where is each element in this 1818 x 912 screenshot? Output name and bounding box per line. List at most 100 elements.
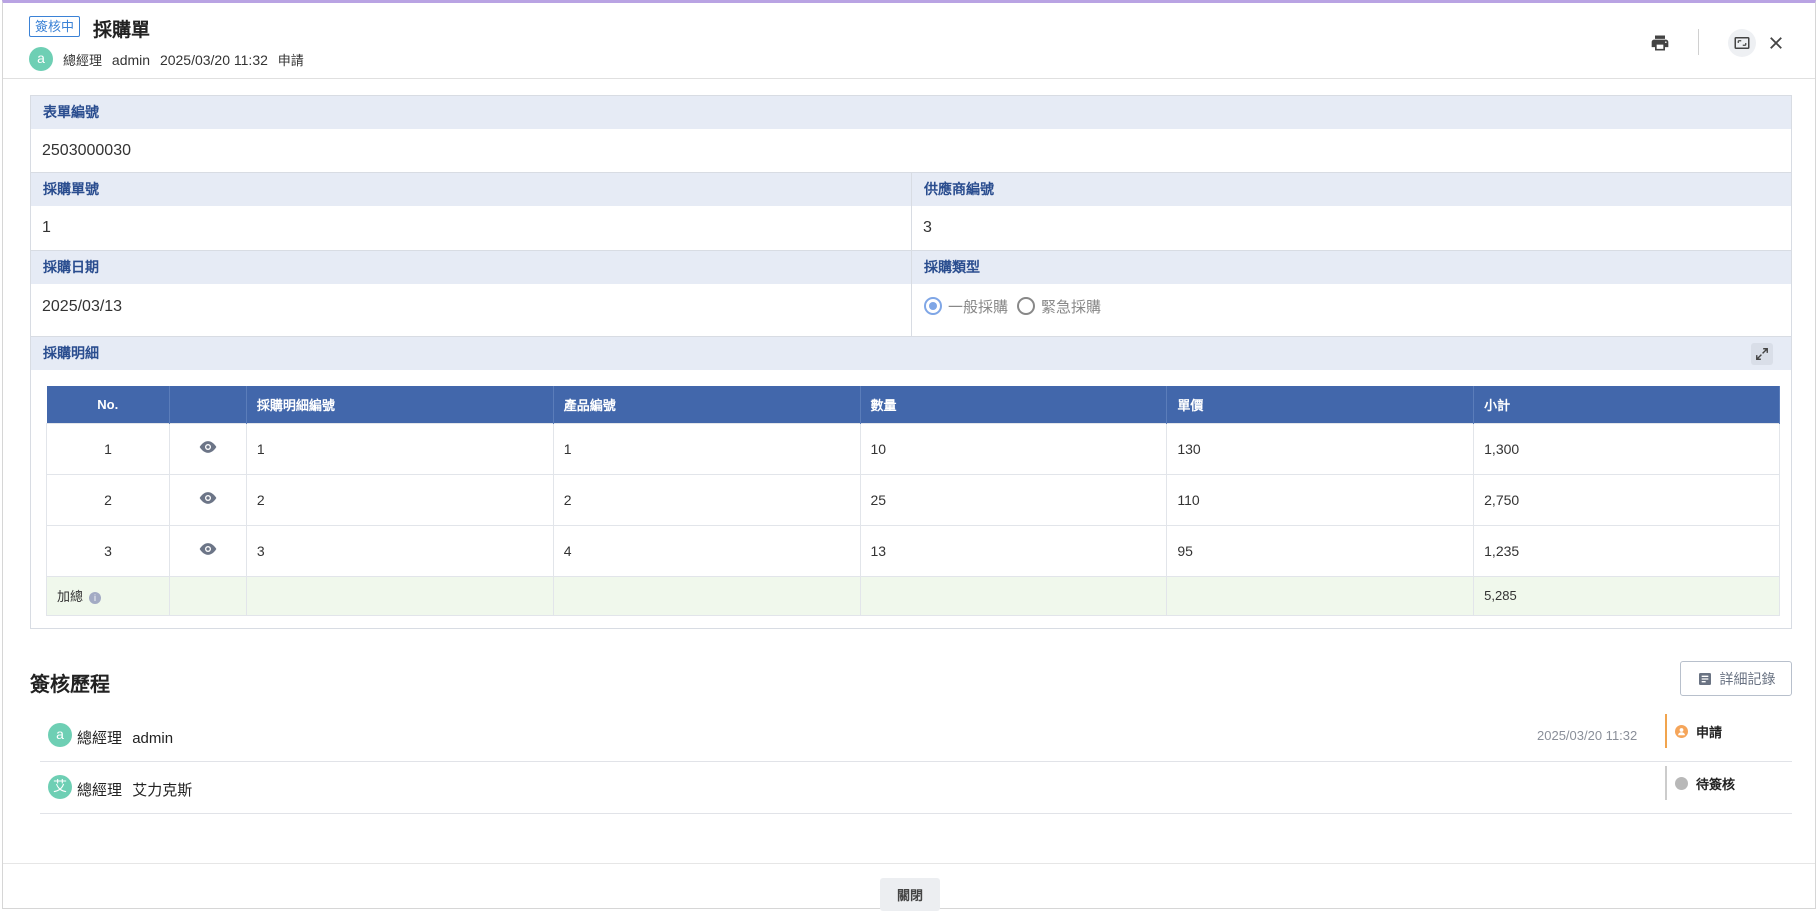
po-type-label: 採購類型 (912, 251, 1791, 284)
form-no-label: 表單編號 (31, 96, 1791, 129)
table-sum-row: 加總 i 5,285 (46, 575, 1780, 616)
sum-empty-cell (168, 575, 247, 616)
applicant-info: 總經理 admin 2025/03/20 11:32 申請 (63, 50, 310, 69)
detail-no: 2 (245, 473, 554, 526)
maximize-icon[interactable] (1728, 29, 1756, 57)
avatar: 艾 (48, 775, 72, 799)
qty: 13 (859, 524, 1168, 577)
status-badge: 簽核中 (29, 16, 81, 37)
eye-icon[interactable] (198, 440, 218, 457)
detail-record-button[interactable]: 詳細記錄 (1680, 661, 1792, 696)
purchase-order-dialog: 簽核中 採購單 a 總經理 admin 2025/03/20 11:32 申請 … (2, 0, 1816, 911)
col-no: No. (46, 386, 170, 423)
radio-selected-icon[interactable] (924, 297, 942, 315)
history-status: 待簽核 (1665, 766, 1735, 800)
document-icon (1698, 672, 1711, 685)
purchase-detail-table: No. 採購明細編號 產品編號 數量 單價 小計 1 1 1 10 130 1,… (46, 386, 1780, 616)
page-title: 採購單 (93, 20, 151, 41)
form-section: 表單編號 2503000030 採購單號 1 供應商編號 3 採購日期 2025… (30, 95, 1792, 629)
sum-label-cell: 加總 i (46, 575, 170, 616)
form-no-value: 2503000030 (42, 142, 131, 159)
detail-no: 3 (245, 524, 554, 577)
applied-time: 2025/03/20 11:32 (159, 52, 268, 68)
dialog-header: 簽核中 採購單 a 總經理 admin 2025/03/20 11:32 申請 (3, 3, 1815, 79)
col-product-no: 產品編號 (553, 386, 861, 423)
table-row: 1 1 1 10 130 1,300 (46, 422, 1780, 475)
history-status: 申請 (1665, 714, 1722, 748)
view-cell (168, 524, 247, 577)
product-no: 2 (552, 473, 861, 526)
detail-record-label: 詳細記錄 (1719, 670, 1776, 687)
history-entry: 艾 總經理 艾力克斯 待簽核 (40, 762, 1792, 814)
product-no: 4 (552, 524, 861, 577)
history-time: 2025/03/20 11:32 (1537, 728, 1638, 743)
supplier-no-label: 供應商編號 (912, 173, 1791, 206)
pending-dot-icon (1675, 776, 1688, 790)
avatar: a (48, 723, 72, 747)
subtotal: 1,235 (1473, 524, 1780, 577)
po-date-value: 2025/03/13 (42, 298, 123, 315)
sum-empty-cell (552, 575, 861, 616)
subtotal: 2,750 (1473, 473, 1780, 526)
history-status-label: 待簽核 (1696, 776, 1736, 792)
price: 95 (1166, 524, 1475, 577)
col-detail-no: 採購明細編號 (246, 386, 554, 423)
detail-no: 1 (245, 422, 554, 475)
history-user: 總經理 艾力克斯 (77, 779, 198, 800)
history-role: 總經理 (77, 730, 123, 747)
applied-action: 申請 (277, 53, 304, 68)
sum-value: 5,285 (1473, 575, 1780, 616)
radio-unselected-icon[interactable] (1017, 297, 1036, 315)
po-type-urgent-label: 緊急採購 (1041, 298, 1102, 316)
qty: 25 (859, 473, 1168, 526)
po-type-general-option[interactable]: 一般採購 (924, 296, 1008, 317)
sum-empty-cell (859, 575, 1168, 616)
history-title: 簽核歷程 (30, 674, 110, 696)
subtotal: 1,300 (1473, 422, 1780, 475)
row-no: 2 (46, 473, 170, 526)
history-name: admin (132, 730, 174, 747)
sum-empty-cell (245, 575, 554, 616)
print-icon[interactable] (1648, 31, 1672, 55)
col-price: 單價 (1166, 386, 1475, 423)
sum-label: 加總 (57, 589, 84, 604)
history-user: 總經理 admin (77, 727, 179, 748)
header-divider (1698, 29, 1699, 55)
po-type-radio-group: 一般採購 緊急採購 (912, 284, 1791, 328)
user-icon (1675, 724, 1688, 738)
eye-icon[interactable] (198, 542, 218, 559)
detail-section-header: 採購明細 (31, 337, 1791, 370)
price: 130 (1166, 422, 1475, 475)
col-subtotal: 小計 (1473, 386, 1780, 423)
row-no: 3 (46, 524, 170, 577)
history-role: 總經理 (77, 782, 123, 799)
sum-empty-cell (1166, 575, 1475, 616)
product-no: 1 (552, 422, 861, 475)
history-name: 艾力克斯 (132, 782, 193, 799)
history-status-label: 申請 (1696, 724, 1723, 740)
col-qty: 數量 (860, 386, 1168, 423)
table-row: 3 3 4 13 95 1,235 (46, 524, 1780, 577)
po-date-label: 採購日期 (31, 251, 911, 284)
row-no: 1 (46, 422, 170, 475)
po-type-urgent-option[interactable]: 緊急採購 (1017, 296, 1101, 317)
close-button[interactable]: 關閉 (880, 878, 940, 911)
table-row: 2 2 2 25 110 2,750 (46, 473, 1780, 526)
supplier-no-value: 3 (923, 219, 932, 236)
eye-icon[interactable] (198, 491, 218, 508)
col-view (169, 386, 247, 423)
dialog-footer: 關閉 (3, 863, 1815, 911)
close-icon[interactable] (1764, 31, 1788, 55)
applicant-name: admin (111, 52, 151, 68)
po-date-row: 採購日期 2025/03/13 採購類型 一般採購 緊急採購 (31, 251, 1791, 337)
expand-icon[interactable] (1751, 343, 1773, 365)
avatar: a (29, 47, 53, 71)
view-cell (168, 422, 247, 475)
detail-label: 採購明細 (31, 337, 1791, 370)
history-entry: a 總經理 admin 2025/03/20 11:32 申請 (40, 710, 1792, 762)
table-header-row: No. 採購明細編號 產品編號 數量 單價 小計 (46, 386, 1780, 423)
applicant-role: 總經理 (63, 53, 103, 68)
info-icon[interactable]: i (89, 591, 102, 604)
price: 110 (1166, 473, 1475, 526)
form-no-row: 表單編號 2503000030 (31, 96, 1791, 173)
